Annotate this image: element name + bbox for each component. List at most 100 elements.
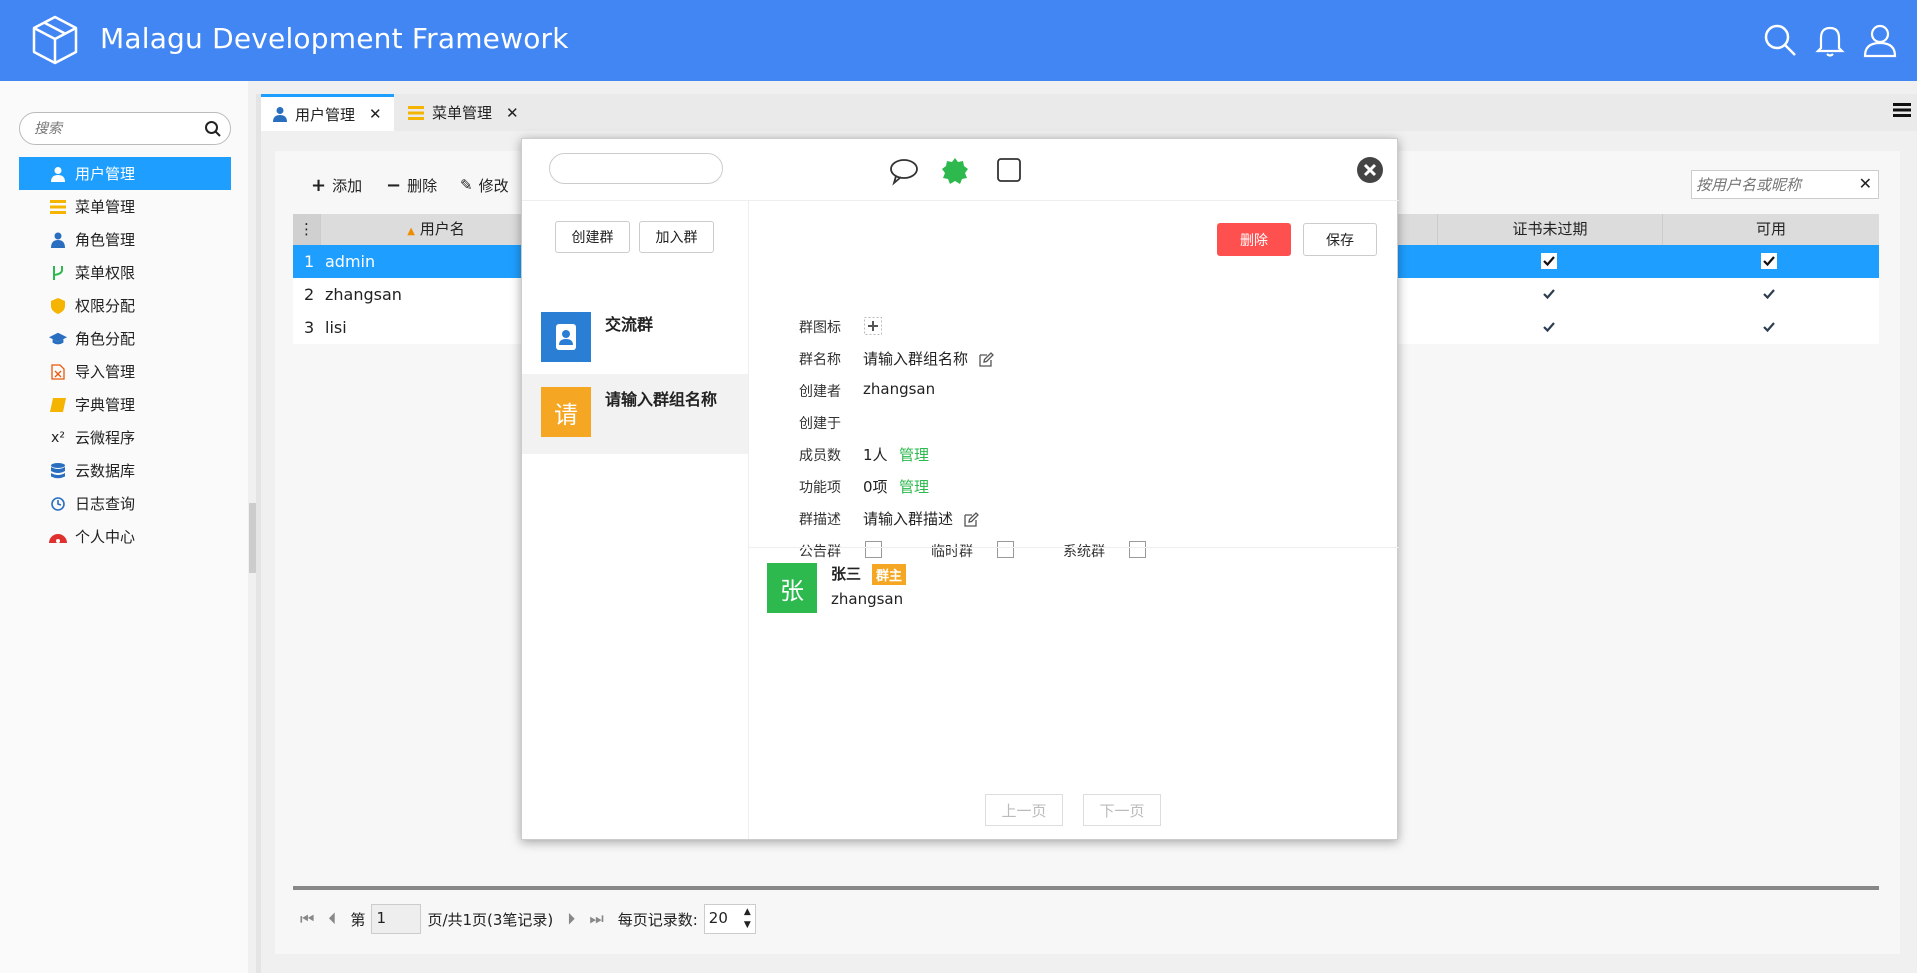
edit-button[interactable]: ✎ 修改 [460,174,509,196]
square-icon[interactable] [994,156,1024,186]
tab-bar: 用户管理 ✕ 菜单管理 ✕ [261,94,1917,131]
group-list-item[interactable]: 请 请输入群组名称 [522,374,748,454]
next-page-icon[interactable]: ⏵ [567,909,575,929]
close-icon[interactable] [1356,156,1384,184]
sidebar-item-cloud-microapp[interactable]: x² 云微程序 [19,421,231,454]
tab-user-management[interactable]: 用户管理 ✕ [261,94,394,131]
column-enabled-label: 可用 [1755,220,1786,238]
tab-menu-management[interactable]: 菜单管理 ✕ [396,94,531,131]
prev-page-icon[interactable]: ⏴ [328,909,336,929]
contacts-icon [541,312,591,362]
sidebar-item-cloud-database[interactable]: 云数据库 [19,454,231,487]
sidebar-item-label: 角色分配 [75,330,136,348]
join-group-button[interactable]: 加入群 [639,221,714,253]
user-filter[interactable]: ✕ [1691,170,1879,199]
prev-page-button[interactable]: 上一页 [985,794,1063,826]
column-cert-valid[interactable]: 证书未过期 [1437,214,1662,245]
add-icon-button[interactable] [864,317,882,335]
user-icon[interactable] [1862,22,1898,58]
bell-icon[interactable] [1812,22,1848,58]
row-username: zhangsan [325,285,402,304]
hamburger-icon[interactable] [1893,101,1911,119]
search-icon[interactable] [204,120,222,138]
add-button[interactable]: + 添加 [311,174,362,196]
sidebar-search-input[interactable] [34,119,194,139]
system-group-label: 系统群 [1063,544,1105,560]
close-icon[interactable]: ✕ [369,105,382,123]
branch-icon [49,264,67,282]
sidebar-item-dictionary-management[interactable]: 字典管理 [19,388,231,421]
next-page-button[interactable]: 下一页 [1083,794,1161,826]
sidebar-item-menu-management[interactable]: 菜单管理 [19,190,231,223]
checkbox-checked-icon[interactable] [1761,253,1777,269]
sidebar-item-role-management[interactable]: 角色管理 [19,223,231,256]
sidebar-item-personal-center[interactable]: 个人中心 [19,520,231,553]
delete-button[interactable]: − 删除 [386,174,437,196]
menu-icon [49,198,67,216]
group-name-field[interactable]: 请输入群组名称 [863,348,994,369]
sidebar-search[interactable] [19,112,231,145]
sidebar-item-import-management[interactable]: 导入管理 [19,355,231,388]
page-prefix: 第 [350,910,366,929]
announce-group-checkbox[interactable] [865,541,882,558]
sort-icon: ▲ [407,226,415,237]
sidebar-item-log-query[interactable]: 日志查询 [19,487,231,520]
check-icon[interactable] [1541,319,1557,335]
sidebar-item-label: 云数据库 [75,462,136,480]
horizontal-scrollbar[interactable] [293,886,1879,890]
page-size-spinner[interactable]: 20 ▲ ▼ [703,904,756,934]
features-value: 0项 [863,478,888,496]
group-list-item[interactable]: 交流群 [522,299,748,379]
graduation-cap-icon [49,330,67,348]
manage-features-link[interactable]: 管理 [899,476,929,497]
app-title: Malagu Development Framework [100,22,569,55]
close-icon[interactable]: ✕ [506,104,519,122]
checkbox-checked-icon[interactable] [1541,253,1557,269]
group-avatar: 请 [541,387,591,437]
check-icon[interactable] [1541,286,1557,302]
member-count-value: 1人 [863,446,888,464]
group-desc-field[interactable]: 请输入群描述 [863,508,979,529]
sidebar-item-permission-assign[interactable]: 权限分配 [19,289,231,322]
edit-button-label: 修改 [478,176,509,195]
group-icon-label: 群图标 [799,320,841,336]
column-username[interactable]: ▲ 用户名 [321,214,551,245]
sidebar-scrollbar[interactable] [249,503,256,573]
created-at-label: 创建于 [799,416,841,432]
badge-icon[interactable] [940,156,970,186]
search-icon[interactable] [1762,22,1798,58]
user-filter-input[interactable] [1696,175,1856,195]
sidebar-item-role-assign[interactable]: 角色分配 [19,322,231,355]
clear-icon[interactable]: ✕ [1859,174,1872,193]
column-cert-valid-label: 证书未过期 [1512,220,1588,238]
delete-group-button[interactable]: 删除 [1217,223,1291,256]
edit-icon[interactable] [964,512,979,527]
sidebar-splitter[interactable] [256,94,261,973]
temp-group-checkbox[interactable] [997,541,1014,558]
group-name-label: 群名称 [799,352,841,368]
column-menu-icon[interactable]: ⋮ [293,214,321,245]
edit-icon[interactable] [979,352,994,367]
column-enabled[interactable]: 可用 [1662,214,1879,245]
app-header: Malagu Development Framework [0,0,1917,81]
tab-label: 菜单管理 [432,104,493,122]
chat-icon[interactable] [889,156,919,186]
sidebar-item-label: 角色管理 [75,231,136,249]
check-icon[interactable] [1761,286,1777,302]
save-group-button[interactable]: 保存 [1303,223,1377,256]
sidebar-item-menu-permission[interactable]: 菜单权限 [19,256,231,289]
last-page-icon[interactable]: ⏭ [589,909,603,929]
column-username-label: 用户名 [419,220,465,238]
create-group-button[interactable]: 创建群 [555,221,630,253]
row-index: 1 [304,252,315,271]
system-group-checkbox[interactable] [1129,541,1146,558]
check-icon[interactable] [1761,319,1777,335]
manage-members-link[interactable]: 管理 [899,444,929,465]
first-page-icon[interactable]: ⏮ [300,909,314,929]
page-number-input[interactable]: 1 [371,904,422,934]
group-search-input[interactable] [549,153,723,184]
spinner-arrows-icon[interactable]: ▲ ▼ [744,906,751,932]
sidebar-item-label: 日志查询 [75,495,136,513]
sidebar-item-user-management[interactable]: 用户管理 [19,157,231,190]
member-avatar[interactable]: 张 [767,563,817,613]
